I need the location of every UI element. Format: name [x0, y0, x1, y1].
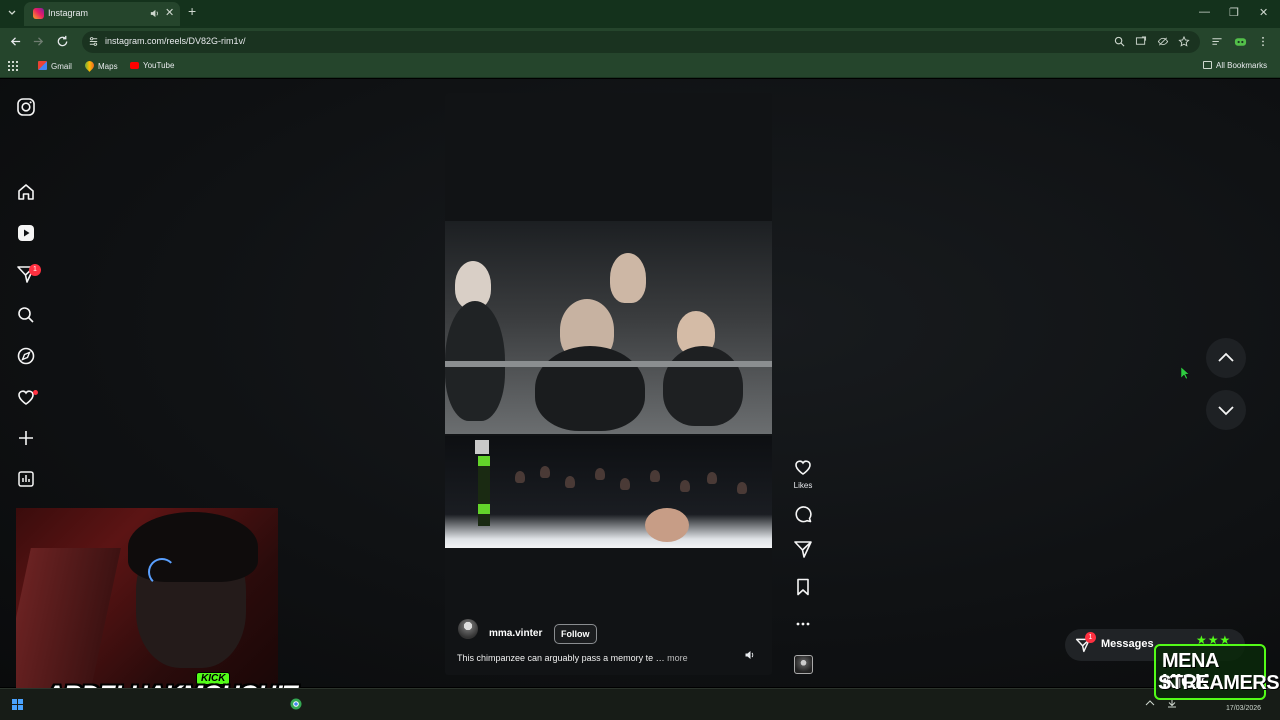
comment-icon[interactable]	[793, 505, 813, 523]
bookmark-gmail[interactable]: Gmail	[38, 61, 72, 71]
video-person	[645, 508, 689, 542]
notification-dot	[33, 390, 38, 395]
video-rail	[445, 361, 772, 367]
install-app-icon[interactable]	[1135, 36, 1147, 47]
window-close-icon[interactable]: ✕	[1259, 6, 1268, 19]
reel-caption[interactable]: This chimpanzee can arguably pass a memo…	[457, 653, 727, 663]
tab-close-icon[interactable]: ✕	[165, 6, 174, 19]
save-bookmark-icon[interactable]	[793, 578, 813, 596]
site-info-icon[interactable]	[88, 36, 99, 47]
video-frame-bottom	[445, 436, 772, 548]
crowd-member	[707, 472, 717, 484]
bookmark-label: YouTube	[143, 61, 175, 70]
likes-label: Likes	[793, 481, 813, 490]
new-tab-button[interactable]: +	[188, 3, 196, 19]
crowd-member	[515, 471, 525, 483]
bookmark-label: Maps	[98, 62, 118, 71]
crowd-member	[680, 480, 690, 492]
maps-icon	[83, 59, 96, 72]
original-audio-thumbnail[interactable]	[794, 655, 813, 674]
video-logo	[478, 456, 490, 466]
url-text[interactable]: instagram.com/reels/DV82G-rim1v/	[105, 36, 246, 46]
bookmark-star-icon[interactable]	[1178, 36, 1190, 47]
author-avatar[interactable]	[458, 619, 478, 639]
search-icon[interactable]	[16, 305, 36, 325]
bookmark-maps[interactable]: Maps	[83, 59, 118, 72]
bookmark-label: Gmail	[51, 62, 72, 71]
like-heart-icon[interactable]	[793, 458, 813, 476]
browser-tab-strip: Instagram ✕ + — ❐ ✕	[0, 0, 1280, 28]
chrome-taskbar-icon[interactable]	[290, 698, 302, 710]
video-person	[663, 346, 743, 426]
profile-avatar-icon[interactable]	[1234, 36, 1247, 48]
minimize-icon[interactable]: —	[1199, 6, 1210, 18]
video-person	[535, 346, 645, 431]
streamer-webcam	[16, 508, 278, 688]
webcam-light	[16, 548, 121, 688]
tray-chevron-icon[interactable]	[1145, 699, 1155, 707]
bookmarks-bar: Gmail Maps YouTube All Bookmarks	[0, 56, 1280, 78]
more-options-icon[interactable]	[793, 617, 813, 631]
address-bar[interactable]: instagram.com/reels/DV82G-rim1v/	[82, 31, 1200, 53]
headphone-light	[148, 558, 176, 586]
folder-icon	[1203, 61, 1212, 69]
restore-icon[interactable]: ❐	[1229, 6, 1239, 19]
messages-badge: 1	[29, 264, 41, 276]
video-frame-top	[445, 221, 772, 434]
crowd-member	[595, 468, 605, 480]
mena-kick-streamers-logo: ★★★ MENA KICK STREAMERS	[1154, 633, 1280, 700]
crowd-member	[565, 476, 575, 488]
bookmark-youtube[interactable]: YouTube	[130, 61, 174, 70]
video-logo	[478, 504, 490, 514]
create-plus-icon[interactable]	[16, 428, 36, 448]
taskbar-date: 17/03/2026	[1226, 705, 1262, 712]
apps-grid-icon[interactable]	[8, 61, 18, 71]
video-person	[610, 253, 646, 303]
browser-menu-icon[interactable]	[1260, 36, 1266, 47]
tab-title: Instagram	[48, 8, 89, 18]
tab-instagram[interactable]: Instagram ✕	[24, 2, 180, 26]
logo-line-2: STREAMERS	[1158, 672, 1280, 694]
logo-stars: ★★★	[1196, 633, 1232, 647]
forward-icon[interactable]	[32, 35, 45, 48]
windows-taskbar	[0, 688, 1280, 720]
all-bookmarks[interactable]: All Bookmarks	[1203, 61, 1267, 70]
all-bookmarks-label: All Bookmarks	[1216, 61, 1268, 70]
reels-icon[interactable]	[16, 223, 36, 243]
follow-button[interactable]: Follow	[554, 624, 597, 644]
previous-reel-button[interactable]	[1206, 338, 1246, 378]
tab-search-icon[interactable]	[6, 6, 18, 18]
messages-count-badge: 1	[1085, 632, 1096, 643]
home-icon[interactable]	[16, 182, 36, 202]
caption-text: This chimpanzee can arguably pass a memo…	[457, 653, 654, 663]
speaker-icon[interactable]	[149, 8, 160, 19]
messages-label: Messages	[1101, 638, 1154, 650]
reading-list-icon[interactable]	[1211, 36, 1223, 47]
windows-start-icon[interactable]	[12, 699, 23, 710]
reload-icon[interactable]	[56, 35, 69, 48]
author-username[interactable]: mma.vinter	[489, 628, 542, 639]
youtube-icon	[130, 62, 139, 69]
share-icon[interactable]	[793, 540, 813, 558]
crowd-member	[620, 478, 630, 490]
instagram-favicon-icon	[33, 8, 44, 19]
gmail-icon	[38, 61, 47, 70]
instagram-logo-icon[interactable]	[16, 97, 36, 117]
crowd-member	[540, 466, 550, 478]
eye-off-icon[interactable]	[1157, 36, 1169, 47]
dashboard-icon[interactable]	[16, 469, 36, 489]
caption-more-link[interactable]: more	[667, 653, 688, 663]
mouse-cursor-icon	[1181, 367, 1190, 379]
next-reel-button[interactable]	[1206, 390, 1246, 430]
crowd-member	[737, 482, 747, 494]
video-sign	[478, 456, 490, 526]
explore-icon[interactable]	[16, 346, 36, 366]
back-icon[interactable]	[9, 35, 22, 48]
reel-video-player[interactable]: mma.vinter Follow This chimpanzee can ar…	[445, 93, 772, 675]
crowd-member	[650, 470, 660, 482]
zoom-icon[interactable]	[1114, 36, 1125, 47]
video-sign	[475, 440, 489, 454]
mute-icon[interactable]	[744, 649, 756, 661]
